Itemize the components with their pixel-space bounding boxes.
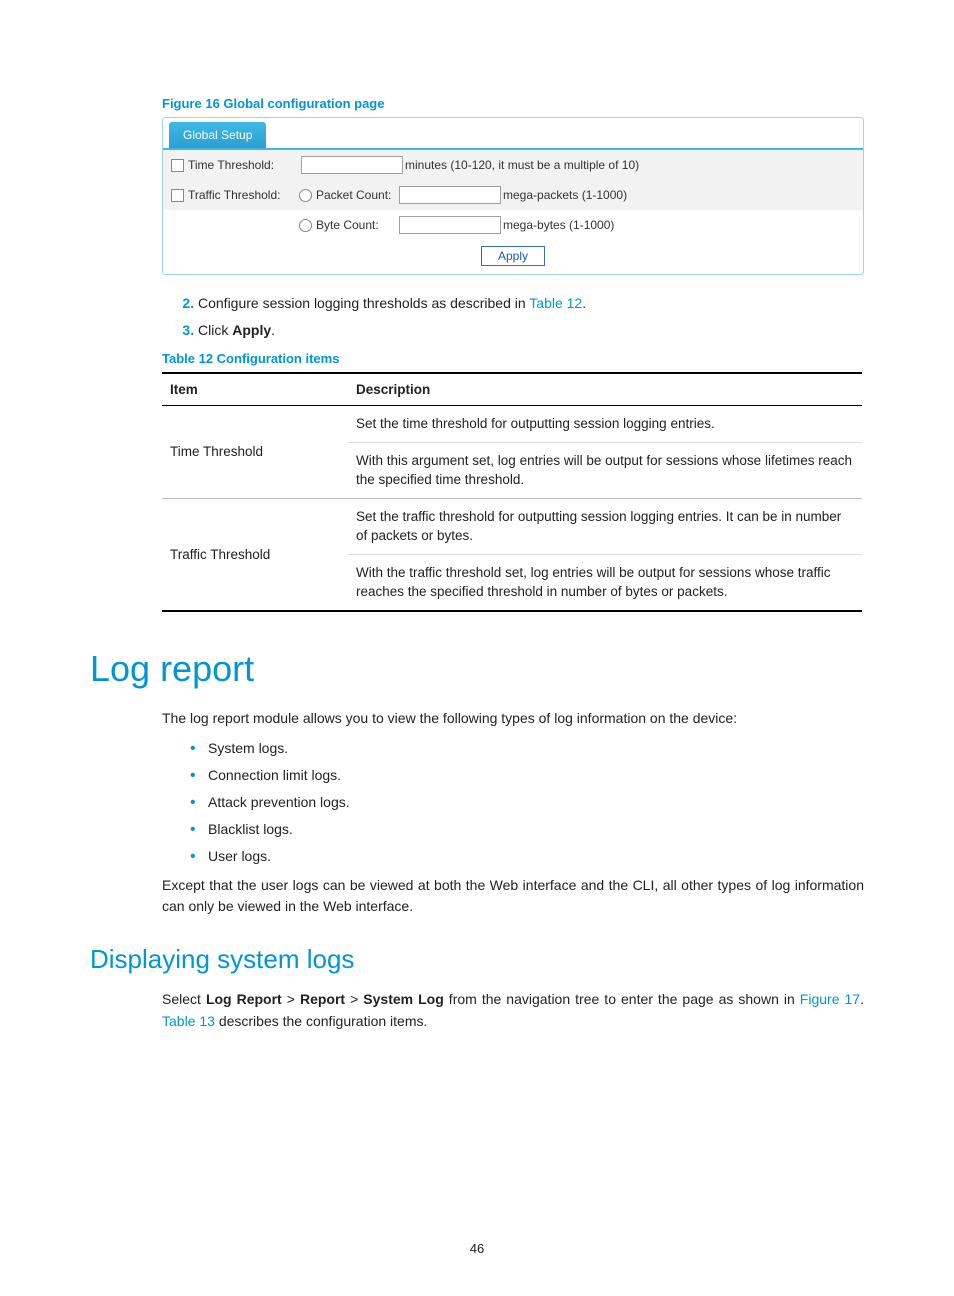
byte-count-label: Byte Count: <box>316 218 379 232</box>
time-threshold-hint: minutes (10-120, it must be a multiple o… <box>405 158 639 172</box>
traffic-threshold-checkbox-label: Traffic Threshold: <box>171 188 299 202</box>
row-time-threshold: Time Threshold: minutes (10-120, it must… <box>163 150 863 180</box>
figure-caption: Figure 16 Global configuration page <box>162 96 864 111</box>
byte-count-radio[interactable] <box>299 219 312 232</box>
bullet-blacklist-logs: Blacklist logs. <box>190 819 864 840</box>
link-table-12[interactable]: Table 12 <box>529 295 582 311</box>
packet-count-radio[interactable] <box>299 189 312 202</box>
time-threshold-checkbox[interactable] <box>171 159 184 172</box>
apply-button[interactable]: Apply <box>481 246 545 266</box>
bullet-attack-prevention-logs: Attack prevention logs. <box>190 792 864 813</box>
cell-time-threshold: Time Threshold <box>162 406 348 499</box>
packet-count-radio-label: Packet Count: <box>299 188 397 202</box>
packet-count-label: Packet Count: <box>316 188 391 202</box>
time-threshold-input[interactable] <box>301 156 403 174</box>
tab-global-setup[interactable]: Global Setup <box>169 122 266 148</box>
nav-report: Report <box>300 991 345 1007</box>
displaying-paragraph: Select Log Report > Report > System Log … <box>162 989 864 1032</box>
traffic-threshold-label: Traffic Threshold: <box>188 188 280 202</box>
apply-text: Apply <box>232 322 271 338</box>
row-traffic-threshold: Traffic Threshold: Packet Count: mega-pa… <box>163 180 863 210</box>
figure-global-config: Global Setup Time Threshold: minutes (10… <box>162 117 864 275</box>
table-config-items: Item Description Time Threshold Set the … <box>162 372 862 612</box>
heading-log-report: Log report <box>90 648 864 690</box>
page-number: 46 <box>0 1241 954 1256</box>
logreport-bullets: System logs. Connection limit logs. Atta… <box>162 738 864 867</box>
th-description: Description <box>348 373 862 406</box>
step-2: Configure session logging thresholds as … <box>198 293 864 314</box>
th-item: Item <box>162 373 348 406</box>
traffic-threshold-checkbox[interactable] <box>171 189 184 202</box>
cell-traffic-desc-2: With the traffic threshold set, log entr… <box>348 554 862 611</box>
step-3: Click Apply. <box>198 320 864 341</box>
time-threshold-label: Time Threshold: <box>188 158 274 172</box>
steps-list: Configure session logging thresholds as … <box>162 293 864 341</box>
logreport-note: Except that the user logs can be viewed … <box>162 875 864 918</box>
bullet-connection-limit-logs: Connection limit logs. <box>190 765 864 786</box>
cell-time-desc-2: With this argument set, log entries will… <box>348 442 862 498</box>
bullet-user-logs: User logs. <box>190 846 864 867</box>
table-12-caption: Table 12 Configuration items <box>162 351 864 366</box>
cell-traffic-desc-1: Set the traffic threshold for outputting… <box>348 498 862 554</box>
logreport-intro: The log report module allows you to view… <box>162 708 864 730</box>
nav-system-log: System Log <box>363 991 443 1007</box>
heading-displaying-system-logs: Displaying system logs <box>90 944 864 975</box>
row-byte-count: Byte Count: mega-bytes (1-1000) <box>163 210 863 240</box>
packet-count-input[interactable] <box>399 186 501 204</box>
byte-count-hint: mega-bytes (1-1000) <box>503 218 614 232</box>
cell-time-desc-1: Set the time threshold for outputting se… <box>348 406 862 443</box>
tab-bar: Global Setup <box>163 118 863 150</box>
bullet-system-logs: System logs. <box>190 738 864 759</box>
nav-log-report: Log Report <box>206 991 282 1007</box>
packet-count-hint: mega-packets (1-1000) <box>503 188 627 202</box>
link-table-13[interactable]: Table 13 <box>162 1013 215 1029</box>
cell-traffic-threshold: Traffic Threshold <box>162 498 348 611</box>
byte-count-radio-label: Byte Count: <box>299 218 397 232</box>
time-threshold-checkbox-label: Time Threshold: <box>171 158 299 172</box>
byte-count-input[interactable] <box>399 216 501 234</box>
link-figure-17[interactable]: Figure 17 <box>800 991 860 1007</box>
